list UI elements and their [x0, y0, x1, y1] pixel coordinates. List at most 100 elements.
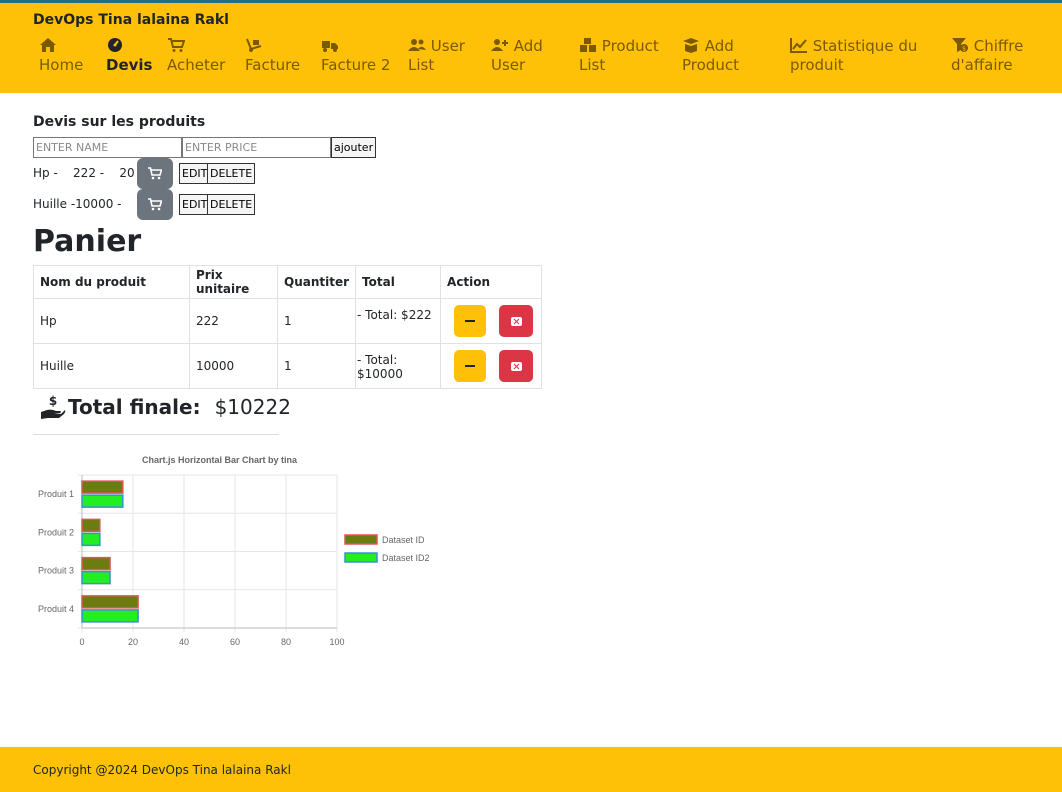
hand-dolly-icon	[245, 37, 263, 53]
truck-icon	[321, 37, 339, 53]
bar-0	[81, 556, 111, 571]
svg-text:$: $	[962, 46, 966, 53]
brand-title[interactable]: DevOps Tina lalaina Rakl	[33, 12, 229, 28]
edit-button[interactable]: EDIT	[179, 163, 211, 184]
legend-swatch	[344, 552, 378, 563]
ajouter-button[interactable]: ajouter	[331, 137, 377, 158]
bar-1	[81, 609, 139, 623]
nav-facture-label: Facture	[245, 56, 301, 74]
cart-plus-icon	[148, 198, 162, 211]
delete-icon	[510, 361, 522, 371]
nav-user-list-label-1: User	[430, 37, 465, 55]
filter-dollar-icon: $	[951, 37, 969, 53]
svg-text:$: $	[49, 394, 57, 408]
add-to-cart-button[interactable]	[137, 158, 173, 189]
x-tick-label: 0	[79, 637, 84, 647]
boxes-icon	[579, 37, 597, 53]
hand-holding-dollar-icon: $	[41, 394, 66, 419]
home-icon	[39, 37, 57, 53]
remove-button[interactable]	[499, 350, 534, 382]
nav-devis-label: Devis	[106, 56, 153, 74]
nav-statistique[interactable]: Statistique du produit	[790, 37, 917, 75]
legend-swatch	[344, 534, 378, 545]
bar-0	[81, 518, 101, 533]
nav-chiffre-affaire-label-1: Chiffre	[973, 37, 1024, 55]
cell-price: 10000	[189, 343, 278, 389]
nav-add-product[interactable]: Add Product	[682, 37, 739, 75]
nav-facture[interactable]: Facture	[245, 37, 300, 75]
legend-label: Dataset ID2	[382, 553, 430, 563]
nav-home[interactable]: Home	[39, 37, 83, 75]
delete-button[interactable]: DELETE	[207, 194, 256, 215]
horizontal-bar-chart: Chart.js Horizontal Bar Chart by tina 0 20…	[38, 455, 430, 647]
bar-0	[81, 480, 124, 494]
table-header-row: Nom du produit Prix unitaire Quantiter T…	[33, 265, 542, 299]
product-item-text: Huille -10000 -	[33, 197, 122, 211]
bar-1	[81, 532, 101, 547]
col-header: Total	[355, 265, 442, 299]
price-input[interactable]	[182, 137, 331, 158]
nav-facture-2-label: Facture 2	[321, 56, 391, 74]
edit-button[interactable]: EDIT	[179, 194, 211, 215]
minus-icon	[465, 365, 476, 367]
nav-product-list-label-2: List	[579, 56, 606, 74]
nav-product-list[interactable]: Product List	[579, 37, 659, 75]
cart-plus-icon	[148, 167, 162, 180]
table-row: Huille 10000 1 - Total: $10000	[33, 343, 542, 389]
cart-table: Nom du produit Prix unitaire Quantiter T…	[33, 265, 542, 389]
delete-button[interactable]: DELETE	[207, 163, 256, 184]
nav-product-list-label-1: Product	[601, 37, 659, 55]
total-amount: $10222	[214, 395, 291, 419]
bar-1	[81, 570, 111, 585]
cell-total: - Total: $10000	[355, 343, 442, 389]
decrease-button[interactable]	[454, 350, 487, 382]
total-label: Total finale:	[68, 395, 201, 419]
bar-0	[81, 595, 139, 609]
cell-total: - Total: $222	[355, 298, 442, 344]
cart-icon	[167, 37, 186, 53]
decrease-button[interactable]	[454, 305, 487, 337]
cell-actions	[440, 298, 542, 344]
delete-icon	[510, 316, 522, 326]
divider	[33, 434, 279, 435]
col-header: Action	[440, 265, 542, 299]
nav-statistique-label-1: Statistique du	[812, 37, 918, 55]
remove-button[interactable]	[499, 305, 534, 337]
cell-actions	[440, 343, 542, 389]
nav-add-user[interactable]: Add User	[491, 37, 543, 75]
cell-name: Hp	[33, 298, 190, 344]
nav-add-product-label-2: Product	[682, 56, 739, 74]
x-tick-label: 80	[281, 637, 291, 647]
name-input[interactable]	[33, 137, 182, 158]
nav-user-list[interactable]: User List	[408, 37, 465, 75]
product-item-text: Hp - 222 - 20	[33, 166, 135, 180]
bar-1	[81, 494, 124, 508]
cell-qty: 1	[276, 298, 357, 344]
col-header: Prix unitaire	[189, 265, 278, 299]
nav-acheter[interactable]: Acheter	[167, 37, 225, 75]
nav-add-user-label-1: Add	[513, 37, 543, 55]
add-to-cart-button[interactable]	[137, 189, 173, 220]
chart-title: Chart.js Horizontal Bar Chart by tina	[142, 455, 298, 465]
y-tick-label: Produit 1	[38, 489, 74, 499]
y-tick-label: Produit 2	[38, 527, 74, 537]
x-tick-label: 100	[329, 637, 344, 647]
nav-statistique-label-2: produit	[790, 56, 844, 74]
x-tick-label: 20	[128, 637, 138, 647]
nav-devis[interactable]: Devis	[106, 37, 152, 75]
nav-chiffre-affaire[interactable]: $ Chiffre d'affaire	[951, 37, 1023, 75]
nav-user-list-label-2: List	[408, 56, 435, 74]
legend-label: Dataset ID	[382, 535, 425, 545]
box-open-icon	[682, 37, 700, 53]
nav-add-product-label-1: Add	[704, 37, 734, 55]
nav-add-user-label-2: User	[491, 56, 526, 74]
user-plus-icon	[491, 37, 509, 53]
line-chart-icon	[790, 37, 808, 53]
nav-home-label: Home	[39, 56, 84, 74]
cell-qty: 1	[276, 343, 357, 389]
panier-title: Panier	[33, 224, 142, 259]
table-row: Hp 222 1 - Total: $222	[33, 298, 542, 344]
nav-acheter-label: Acheter	[167, 56, 226, 74]
nav-chiffre-affaire-label-2: d'affaire	[951, 56, 1013, 74]
nav-facture-2[interactable]: Facture 2	[321, 37, 390, 75]
